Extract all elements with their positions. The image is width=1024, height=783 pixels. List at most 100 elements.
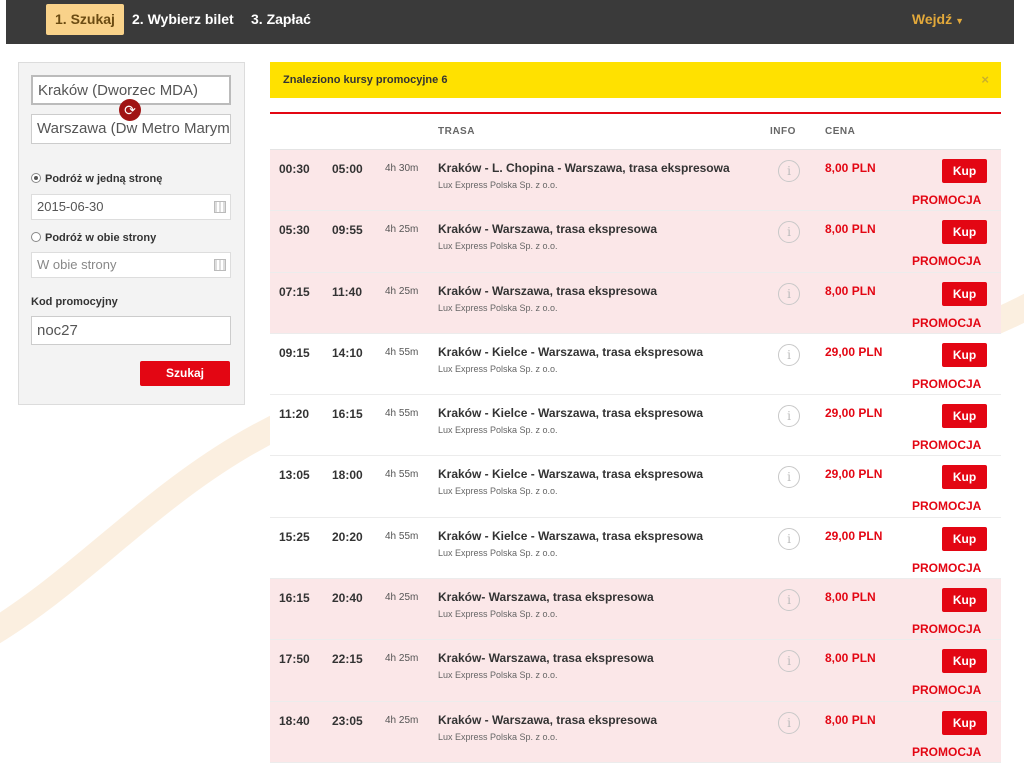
info-icon[interactable]: i: [778, 343, 800, 366]
table-row: 16:15 20:40 4h 25m Kraków- Warszawa, tra…: [270, 579, 1001, 641]
promotion-badge: PROMOCJA: [912, 254, 982, 269]
info-icon[interactable]: i: [778, 221, 800, 244]
route-name: Kraków - Warszawa, trasa ekspresowa: [438, 283, 657, 298]
radio-selected-icon[interactable]: [31, 173, 41, 183]
buy-button[interactable]: Kup: [942, 588, 987, 613]
info-icon[interactable]: i: [778, 282, 800, 305]
ticket-price: 8,00 PLN: [825, 712, 876, 727]
info-icon[interactable]: i: [778, 589, 800, 612]
arrival-time: 05:00: [332, 162, 363, 176]
login-label: Wejdź: [911, 11, 953, 27]
return-date-input[interactable]: W obie strony: [31, 252, 231, 278]
ticket-price: 29,00 PLN: [825, 406, 883, 421]
info-icon[interactable]: i: [778, 466, 800, 489]
buy-button[interactable]: Kup: [942, 649, 987, 674]
arrival-time: 09:55: [332, 223, 363, 238]
carrier-name: Lux Express Polska Sp. z o.o.: [438, 609, 558, 620]
carrier-name: Lux Express Polska Sp. z o.o.: [438, 547, 558, 558]
carrier-name: Lux Express Polska Sp. z o.o.: [438, 363, 558, 374]
promotion-badge: PROMOCJA: [912, 622, 982, 637]
ticket-price: 8,00 PLN: [825, 590, 876, 605]
trip-duration: 4h 55m: [385, 530, 419, 542]
carrier-name: Lux Express Polska Sp. z o.o.: [438, 486, 558, 497]
promotion-badge: PROMOCJA: [912, 560, 982, 575]
table-row: 18:40 23:05 4h 25m Kraków - Warszawa, tr…: [270, 701, 1001, 763]
step-pay[interactable]: 3. Zapłać: [242, 4, 320, 35]
header-info: INFO: [770, 126, 796, 137]
one-way-date-input[interactable]: 2015-06-30: [31, 194, 231, 220]
round-trip-label: Podróż w obie strony: [45, 232, 157, 244]
info-icon[interactable]: i: [778, 527, 800, 550]
trip-duration: 4h 25m: [385, 592, 419, 604]
departure-time: 09:15: [279, 345, 310, 360]
trip-duration: 4h 55m: [385, 469, 419, 481]
step-choose-ticket[interactable]: 2. Wybierz bilet: [123, 4, 243, 35]
buy-button[interactable]: Kup: [942, 526, 987, 551]
calendar-icon[interactable]: [214, 259, 226, 271]
departure-time: 13:05: [279, 468, 310, 483]
carrier-name: Lux Express Polska Sp. z o.o.: [438, 670, 558, 681]
header-route: TRASA: [438, 126, 475, 137]
step-search[interactable]: 1. Szukaj: [46, 4, 124, 35]
promotion-badge: PROMOCJA: [912, 683, 982, 698]
buy-button[interactable]: Kup: [942, 159, 987, 183]
buy-button[interactable]: Kup: [942, 220, 987, 245]
ticket-price: 29,00 PLN: [825, 467, 883, 482]
search-button[interactable]: Szukaj: [140, 361, 230, 386]
info-icon[interactable]: i: [778, 405, 800, 428]
buy-button[interactable]: Kup: [942, 465, 987, 490]
login-menu[interactable]: Wejdź ▼: [912, 4, 964, 35]
route-name: Kraków- Warszawa, trasa ekspresowa: [438, 590, 654, 605]
route-name: Kraków - Kielce - Warszawa, trasa ekspre…: [438, 344, 704, 359]
trip-duration: 4h 25m: [385, 224, 419, 236]
trip-duration: 4h 55m: [385, 408, 419, 420]
info-icon[interactable]: i: [778, 711, 800, 734]
one-way-option[interactable]: Podróż w jedną stronę: [31, 173, 162, 185]
route-name: Kraków - Warszawa, trasa ekspresowa: [438, 712, 657, 727]
results-table: TRASA INFO CENA 00:30 05:00 4h 30m Krakó…: [270, 112, 1001, 783]
route-name: Kraków - Kielce - Warszawa, trasa ekspre…: [438, 467, 704, 482]
buy-button[interactable]: Kup: [942, 342, 987, 367]
promo-code-label: Kod promocyjny: [31, 296, 118, 308]
arrival-time: 16:15: [332, 407, 363, 422]
swap-stations-icon[interactable]: ⟳: [119, 99, 141, 121]
departure-time: 16:15: [279, 591, 310, 606]
info-icon[interactable]: i: [778, 160, 800, 182]
buy-button[interactable]: Kup: [942, 281, 987, 306]
result-rows: 00:30 05:00 4h 30m Kraków - L. Chopina -…: [270, 150, 1001, 763]
radio-unselected-icon[interactable]: [31, 232, 41, 242]
trip-duration: 4h 30m: [385, 163, 419, 174]
ticket-price: 8,00 PLN: [825, 161, 876, 175]
table-header: TRASA INFO CENA: [270, 112, 1001, 150]
buy-button[interactable]: Kup: [942, 710, 987, 735]
promotion-badge: PROMOCJA: [912, 438, 982, 453]
info-icon[interactable]: i: [778, 650, 800, 673]
close-icon[interactable]: ×: [981, 62, 989, 98]
ticket-price: 8,00 PLN: [825, 222, 876, 237]
carrier-name: Lux Express Polska Sp. z o.o.: [438, 302, 558, 313]
trip-duration: 4h 25m: [385, 653, 419, 665]
buy-button[interactable]: Kup: [942, 404, 987, 429]
table-row: 15:25 20:20 4h 55m Kraków - Kielce - War…: [270, 517, 1001, 580]
calendar-icon[interactable]: [214, 201, 226, 213]
departure-time: 00:30: [279, 162, 310, 176]
table-row: 09:15 14:10 4h 55m Kraków - Kielce - War…: [270, 333, 1001, 396]
promotion-badge: PROMOCJA: [912, 315, 982, 330]
route-name: Kraków - L. Chopina - Warszawa, trasa ek…: [438, 161, 730, 175]
return-date-placeholder: W obie strony: [37, 257, 117, 272]
arrival-time: 20:40: [332, 591, 363, 606]
route-name: Kraków - Kielce - Warszawa, trasa ekspre…: [438, 406, 704, 421]
arrival-time: 11:40: [332, 284, 363, 299]
promotion-badge: PROMOCJA: [912, 499, 982, 514]
one-way-date-value: 2015-06-30: [37, 199, 104, 214]
promo-code-input[interactable]: noc27: [31, 316, 231, 345]
header-price: CENA: [825, 126, 856, 137]
departure-time: 11:20: [279, 407, 310, 422]
departure-time: 18:40: [279, 713, 310, 728]
promotion-badge: PROMOCJA: [912, 193, 982, 207]
top-navigation-bar: 1. Szukaj 2. Wybierz bilet 3. Zapłać Wej…: [6, 0, 1014, 44]
round-trip-option[interactable]: Podróż w obie strony: [31, 232, 156, 244]
search-panel: Kraków (Dworzec MDA) ⟳ Warszawa (Dw Metr…: [18, 62, 245, 405]
departure-time: 15:25: [279, 529, 310, 544]
route-name: Kraków - Kielce - Warszawa, trasa ekspre…: [438, 528, 704, 543]
